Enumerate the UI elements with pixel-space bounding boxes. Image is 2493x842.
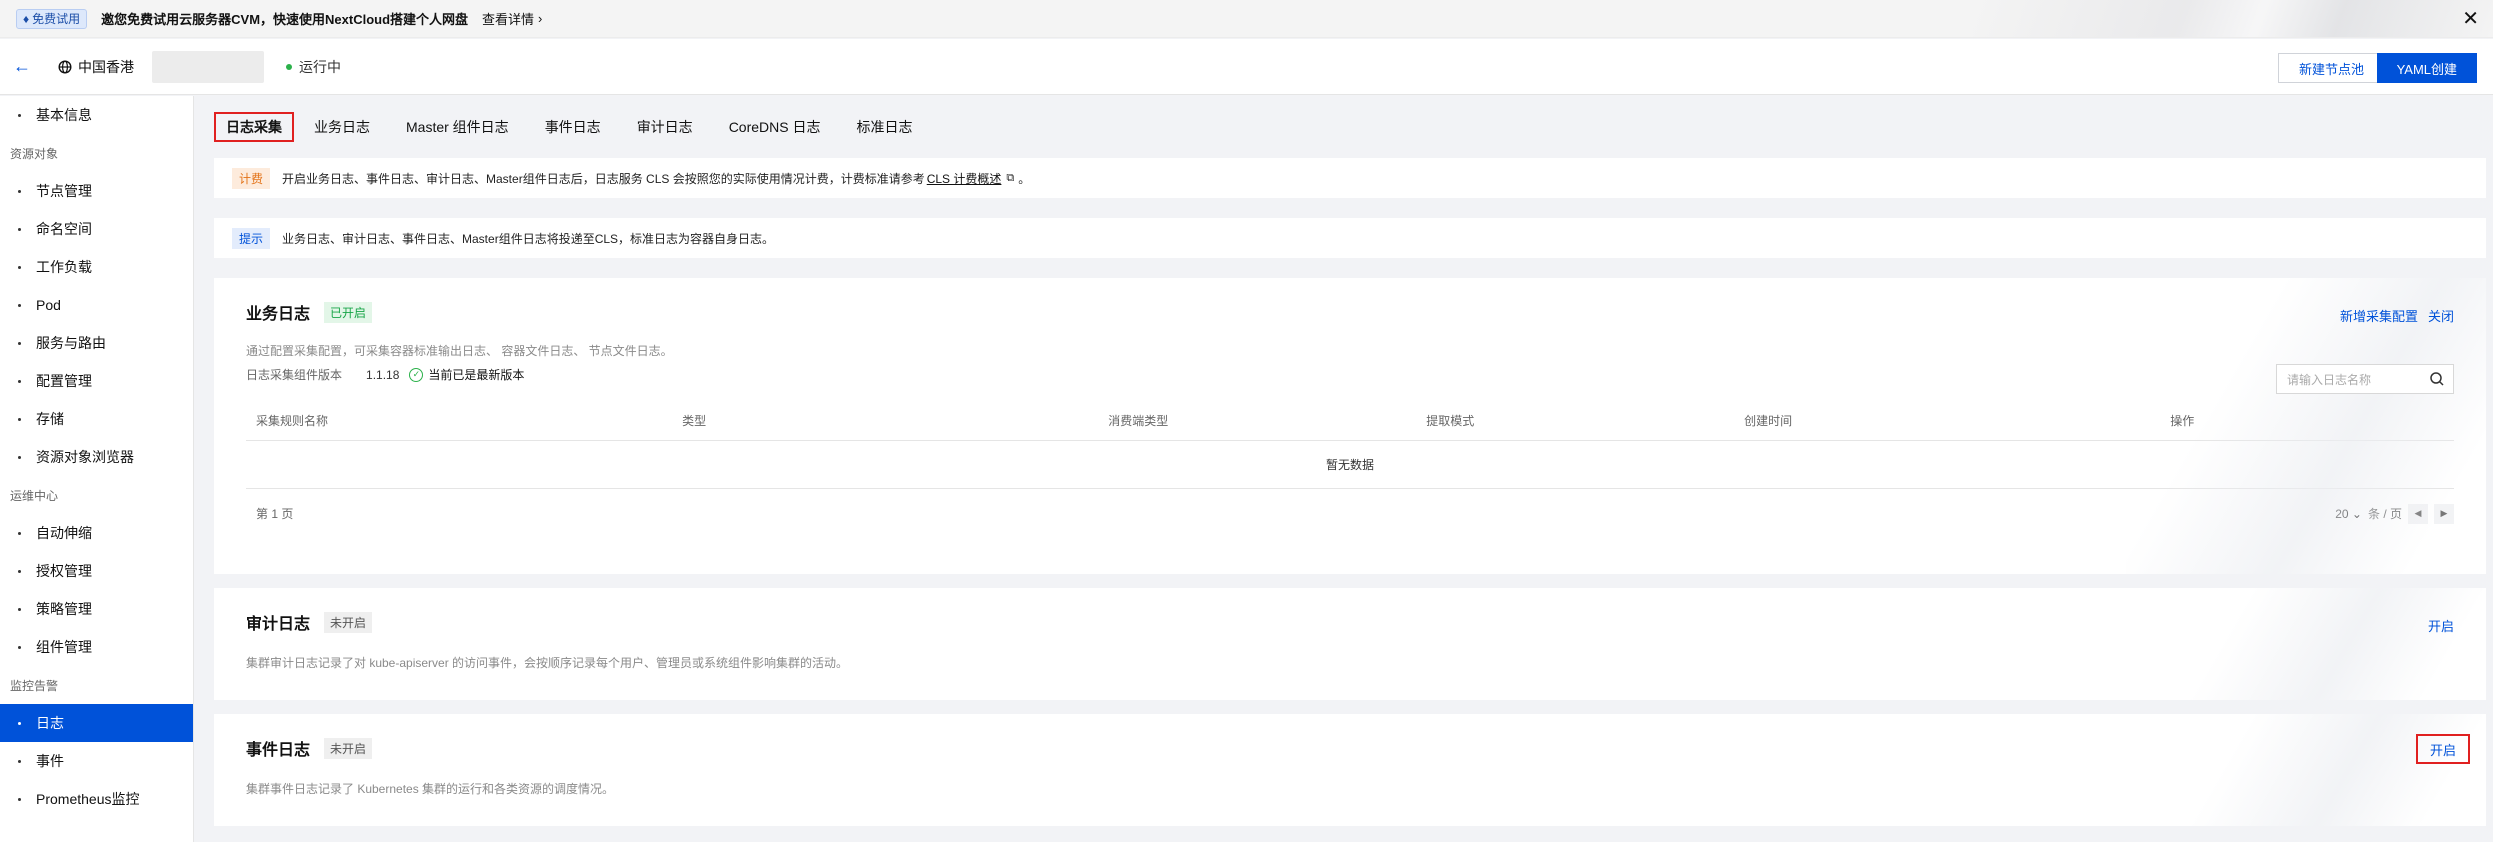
sidebar-group-label: 监控告警: [10, 678, 59, 693]
trial-badge: ♦ 免费试用: [16, 8, 88, 29]
chevron-down-icon: ⌄: [2351, 506, 2362, 521]
sidebar-item[interactable]: 授权管理: [0, 552, 193, 590]
column-header: 消费端类型: [1098, 402, 1417, 441]
card-title: 审计日志: [246, 616, 311, 633]
chevron-right-icon: ›: [538, 11, 543, 26]
page-size-select[interactable]: 20 ⌄: [2335, 507, 2362, 521]
external-link-icon[interactable]: ⧉: [1006, 172, 1014, 185]
audit-log-title-row: 审计日志 未开启: [246, 610, 373, 634]
tab-item[interactable]: 审计日志: [621, 112, 709, 142]
column-header: 类型: [672, 402, 1099, 441]
billing-tag: 计费: [232, 167, 271, 189]
card-description: 通过配置采集配置，可采集容器标准输出日志、 容器文件日志、 节点文件日志。: [246, 344, 673, 358]
sidebar-item[interactable]: 日志: [0, 704, 193, 742]
version-label: 日志采集组件版本: [246, 368, 343, 382]
sidebar-item[interactable]: Prometheus监控: [0, 780, 193, 818]
search-input[interactable]: 请输入日志名称: [2287, 371, 2371, 388]
tab-item[interactable]: 标准日志: [840, 112, 928, 142]
log-tabs: 日志采集 业务日志 Master 组件日志 事件日志 审计日志 CoreDNS 日志 标准日…: [214, 96, 2486, 158]
close-business-log-link[interactable]: 关闭: [2428, 306, 2454, 325]
business-log-title-row: 业务日志 已开启: [246, 300, 373, 324]
hint-tag: 提示: [232, 227, 271, 249]
new-node-pool-button[interactable]: 新建节点池: [2277, 53, 2385, 83]
card-title: 业务日志: [246, 306, 311, 323]
log-name-search[interactable]: 请输入日志名称: [2276, 364, 2454, 394]
rules-table-wrapper: 采集规则名称 类型 消费端类型 提取模式 创建时间 操作 暂无数据 第 1 页 20 ⌄ …: [246, 402, 2454, 539]
sidebar-item[interactable]: 组件管理: [0, 628, 193, 666]
event-log-card: 事件日志 未开启 开启 集群事件日志记录了 Kubernetes 集群的运行和各…: [214, 714, 2486, 826]
column-header: 创建时间: [1734, 402, 2161, 441]
collection-rules-table: 采集规则名称 类型 消费端类型 提取模式 创建时间 操作 暂无数据: [246, 402, 2454, 489]
business-log-actions: 新增采集配置 关闭: [2340, 306, 2454, 325]
billing-notice: 计费 开启业务日志、事件日志、审计日志、Master组件日志后，日志服务 CLS…: [214, 158, 2486, 198]
sidebar-item[interactable]: Pod: [0, 286, 193, 324]
main-content: 日志采集 业务日志 Master 组件日志 事件日志 审计日志 CoreDNS 日志 标准日…: [214, 96, 2486, 826]
page-header: ← 中国香港 运行中 新建节点池 YAML创建: [0, 39, 2493, 95]
tab-item[interactable]: 业务日志: [298, 112, 386, 142]
check-circle-icon: ✓: [409, 367, 424, 382]
card-title: 事件日志: [246, 742, 311, 759]
pagination: 第 1 页 20 ⌄ 条 / 页 ◀ ▶: [246, 489, 2454, 539]
sidebar-item[interactable]: 自动伸缩: [0, 514, 193, 552]
audit-log-card: 审计日志 未开启 开启 集群审计日志记录了对 kube-apiserver 的访…: [214, 588, 2486, 700]
tab-item[interactable]: 日志采集: [214, 112, 294, 142]
status-badge: 未开启: [324, 737, 373, 759]
banner-text: 邀您免费试用云服务器CVM，快速使用NextCloud搭建个人网盘: [101, 12, 469, 27]
sidebar-item[interactable]: 存储: [0, 400, 193, 438]
sidebar-item[interactable]: 节点管理: [0, 172, 193, 210]
business-log-card: 业务日志 已开启 新增采集配置 关闭 通过配置采集配置，可采集容器标准输出日志、…: [214, 278, 2486, 574]
version-value: 1.1.18: [366, 367, 400, 382]
prev-page-button[interactable]: ◀: [2408, 503, 2428, 524]
billing-text: 开启业务日志、事件日志、审计日志、Master组件日志后，日志服务 CLS 会按…: [282, 171, 925, 186]
status-dot-icon: [286, 63, 292, 70]
card-description: 集群事件日志记录了 Kubernetes 集群的运行和各类资源的调度情况。: [246, 782, 615, 796]
hint-text: 业务日志、审计日志、事件日志、Master组件日志将投递至CLS，标准日志为容器…: [282, 231, 775, 246]
sidebar: 基本信息资源对象节点管理 命名空间 工作负载 Pod 服务与路由 配置管理 存储 资源对象浏览…: [0, 96, 194, 842]
new-collection-config-link[interactable]: 新增采集配置: [2340, 306, 2418, 325]
yaml-create-button[interactable]: YAML创建: [2376, 53, 2477, 83]
cluster-name-redacted: [152, 50, 264, 83]
sidebar-item[interactable]: 配置管理: [0, 362, 193, 400]
per-page-label: 条 / 页: [2367, 507, 2402, 521]
promo-banner: ♦ 免费试用 邀您免费试用云服务器CVM，快速使用NextCloud搭建个人网盘…: [0, 0, 2493, 38]
banner-details-link[interactable]: 查看详情 ›: [482, 9, 542, 28]
empty-state: 暂无数据: [246, 440, 2454, 489]
sidebar-item[interactable]: 策略管理: [0, 590, 193, 628]
column-header: 提取模式: [1416, 402, 1735, 441]
globe-icon: [58, 59, 72, 74]
status-badge: 已开启: [324, 301, 373, 323]
card-description: 集群审计日志记录了对 kube-apiserver 的访问事件，会按顺序记录每个…: [246, 656, 849, 670]
page-indicator: 第 1 页: [256, 507, 294, 521]
latest-version-text: 当前已是最新版本: [428, 368, 525, 382]
back-arrow-icon[interactable]: ←: [2, 56, 42, 77]
region-indicator: 中国香港: [58, 57, 134, 77]
sidebar-item[interactable]: 服务与路由: [0, 324, 193, 362]
version-row: 日志采集组件版本 1.1.18 ✓ 当前已是最新版本: [246, 366, 524, 383]
search-icon[interactable]: [2429, 371, 2445, 387]
next-page-button[interactable]: ▶: [2434, 503, 2454, 524]
enable-audit-log-button[interactable]: 开启: [2428, 616, 2454, 635]
sidebar-group-label: 运维中心: [10, 488, 59, 503]
close-icon[interactable]: ✕: [2462, 6, 2479, 31]
hint-notice: 提示 业务日志、审计日志、事件日志、Master组件日志将投递至CLS，标准日志…: [214, 218, 2486, 258]
sidebar-group-label: 资源对象: [10, 146, 59, 161]
enable-event-log-button[interactable]: 开启: [2416, 734, 2470, 764]
tab-item[interactable]: CoreDNS 日志: [713, 112, 837, 142]
fire-icon: ♦: [23, 11, 30, 26]
event-log-title-row: 事件日志 未开启: [246, 736, 373, 760]
sidebar-item[interactable]: 工作负载: [0, 248, 193, 286]
sidebar-item[interactable]: 事件: [0, 742, 193, 780]
column-header: 采集规则名称: [246, 402, 673, 441]
tab-item[interactable]: 事件日志: [529, 112, 617, 142]
status-badge: 未开启: [324, 611, 373, 633]
cls-billing-link[interactable]: CLS 计费概述: [927, 170, 1002, 187]
sidebar-item[interactable]: 基本信息: [0, 96, 193, 134]
column-header: 操作: [2160, 402, 2454, 441]
sidebar-item[interactable]: 命名空间: [0, 210, 193, 248]
cluster-status: 运行中: [286, 57, 341, 77]
sidebar-item[interactable]: 资源对象浏览器: [0, 438, 193, 476]
tab-item[interactable]: Master 组件日志: [390, 112, 525, 142]
